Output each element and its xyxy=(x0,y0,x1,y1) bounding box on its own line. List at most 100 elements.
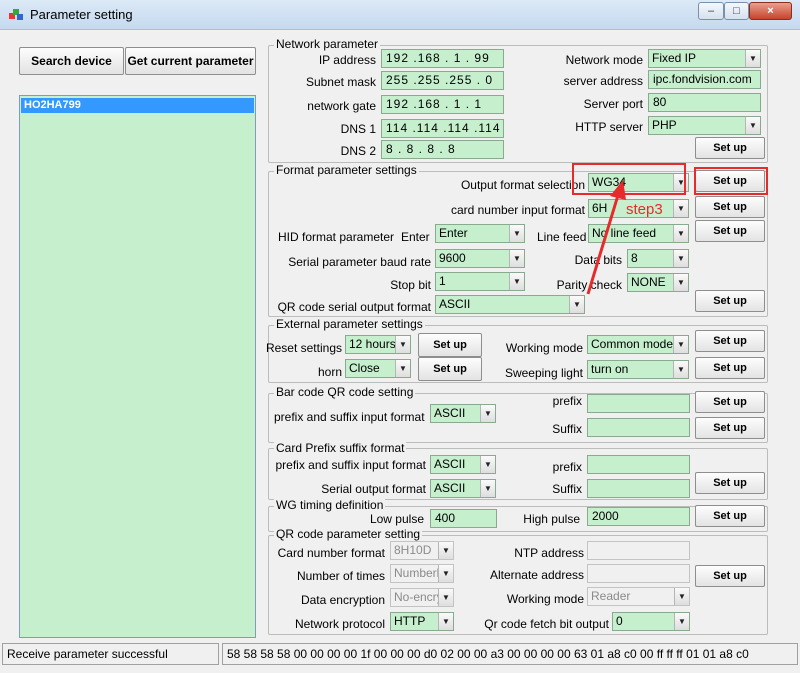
data-encryption-select[interactable]: No-encry ▼ xyxy=(390,588,454,607)
http-server-select[interactable]: PHP ▼ xyxy=(648,116,761,135)
qr-fetch-bit-select[interactable]: 0 ▼ xyxy=(612,612,690,631)
dns2-label: DNS 2 xyxy=(340,144,376,158)
barcode-ps-format-select[interactable]: ASCII ▼ xyxy=(430,404,496,423)
sweeping-light-setup-button[interactable]: Set up xyxy=(695,357,765,379)
maximize-button[interactable]: □ xyxy=(724,2,749,20)
http-server-value: PHP xyxy=(652,118,677,132)
get-current-parameter-button[interactable]: Get current parameter xyxy=(125,47,256,75)
card-serial-format-label: Serial output format xyxy=(321,482,426,496)
card-suffix-input[interactable] xyxy=(587,479,690,498)
qr-working-mode-value: Reader xyxy=(591,589,631,603)
chevron-down-icon: ▼ xyxy=(673,361,688,378)
high-pulse-label: High pulse xyxy=(523,512,580,526)
qr-setup-button[interactable]: Set up xyxy=(695,565,765,587)
stop-bit-select[interactable]: 1 ▼ xyxy=(435,272,525,291)
data-encryption-label: Data encryption xyxy=(300,593,385,607)
sweeping-light-label: Sweeping light xyxy=(504,366,583,380)
http-server-label: HTTP server xyxy=(575,120,643,134)
dns2-input[interactable]: 8 . 8 . 8 . 8 xyxy=(381,140,504,159)
dns1-input[interactable]: 114 .114 .114 .114 xyxy=(381,119,504,138)
barcode-prefix-input[interactable] xyxy=(587,394,690,413)
barcode-suffix-setup-button[interactable]: Set up xyxy=(695,417,765,439)
network-mode-label: Network mode xyxy=(565,53,643,67)
external-parameter-title: External parameter settings xyxy=(274,317,425,331)
sweeping-light-value: turn on xyxy=(591,362,629,376)
card-ps-format-label: prefix and suffix input format xyxy=(275,458,426,472)
wg-setup-button[interactable]: Set up xyxy=(695,505,765,527)
card-suffix-label: Suffix xyxy=(552,482,582,496)
network-setup-button[interactable]: Set up xyxy=(695,137,765,159)
card-number-format-value: 8H10D xyxy=(394,543,432,557)
alternate-address-input[interactable] xyxy=(587,564,690,583)
barcode-suffix-input[interactable] xyxy=(587,418,690,437)
line-feed-label: Line feed xyxy=(537,230,587,244)
horn-value: Close xyxy=(349,361,380,375)
data-bits-select[interactable]: 8 ▼ xyxy=(627,249,689,268)
reset-setup-button[interactable]: Set up xyxy=(418,333,482,357)
low-pulse-input[interactable]: 400 xyxy=(430,509,497,528)
card-prefix-label: prefix xyxy=(552,460,582,474)
highlight-box xyxy=(694,167,768,195)
subnet-mask-label: Subnet mask xyxy=(305,75,376,89)
device-list[interactable]: HO2HA799 xyxy=(19,95,256,638)
working-mode-setup-button[interactable]: Set up xyxy=(695,330,765,352)
card-prefix-input[interactable] xyxy=(587,455,690,474)
qr-fetch-bit-value: 0 xyxy=(616,614,623,628)
working-mode-value: Common mode xyxy=(591,337,674,351)
barcode-ps-format-label: prefix and suffix input format xyxy=(274,410,425,424)
horn-select[interactable]: Close ▼ xyxy=(345,359,411,378)
chevron-down-icon: ▼ xyxy=(673,225,688,242)
card-ps-format-select[interactable]: ASCII ▼ xyxy=(430,455,496,474)
ip-address-label: IP address xyxy=(318,53,376,67)
ntp-address-input[interactable] xyxy=(587,541,690,560)
number-of-times-select[interactable]: Numberl ▼ xyxy=(390,564,454,583)
card-number-format-select[interactable]: 8H10D ▼ xyxy=(390,541,454,560)
output-format-label: Output format selection xyxy=(460,178,585,192)
qr-serial-setup-button[interactable]: Set up xyxy=(695,290,765,312)
chevron-down-icon: ▼ xyxy=(438,565,453,582)
step-annotation: step3 xyxy=(626,201,663,218)
network-protocol-value: HTTP xyxy=(394,614,426,628)
data-encryption-value: No-encry xyxy=(394,590,443,604)
network-protocol-select[interactable]: HTTP ▼ xyxy=(390,612,454,631)
format-parameter-title: Format parameter settings xyxy=(274,163,419,177)
server-address-input[interactable]: ipc.fondvision.com xyxy=(648,70,761,89)
ntp-address-label: NTP address xyxy=(514,546,584,560)
card-serial-format-select[interactable]: ASCII ▼ xyxy=(430,479,496,498)
subnet-mask-input[interactable]: 255 .255 .255 . 0 xyxy=(381,71,504,90)
network-mode-select[interactable]: Fixed IP ▼ xyxy=(648,49,761,68)
working-mode-select[interactable]: Common mode ▼ xyxy=(587,335,689,354)
network-protocol-label: Network protocol xyxy=(294,617,385,631)
line-feed-setup-button[interactable]: Set up xyxy=(695,220,765,242)
barcode-title: Bar code QR code setting xyxy=(274,385,416,399)
card-prefix-setup-button[interactable]: Set up xyxy=(695,472,765,494)
working-mode-label: Working mode xyxy=(505,341,583,355)
minimize-button[interactable]: – xyxy=(698,2,724,20)
sweeping-light-select[interactable]: turn on ▼ xyxy=(587,360,689,379)
horn-setup-button[interactable]: Set up xyxy=(418,357,482,381)
high-pulse-input[interactable]: 2000 xyxy=(587,507,690,526)
gateway-input[interactable]: 192 .168 . 1 . 1 xyxy=(381,95,504,114)
wg-timing-title: WG timing definition xyxy=(274,498,386,512)
status-message: Receive parameter successful xyxy=(2,643,219,665)
enter-select[interactable]: Enter ▼ xyxy=(435,224,525,243)
close-button[interactable]: × xyxy=(749,2,792,20)
chevron-down-icon: ▼ xyxy=(480,405,495,422)
network-parameter-title: Network parameter xyxy=(274,37,381,51)
horn-label: horn xyxy=(317,365,342,379)
qr-working-mode-select[interactable]: Reader ▼ xyxy=(587,587,690,606)
card-input-setup-button[interactable]: Set up xyxy=(695,196,765,218)
server-port-input[interactable]: 80 xyxy=(648,93,761,112)
barcode-prefix-setup-button[interactable]: Set up xyxy=(695,391,765,413)
chevron-down-icon: ▼ xyxy=(438,542,453,559)
qr-serial-format-select[interactable]: ASCII ▼ xyxy=(435,295,585,314)
chevron-down-icon: ▼ xyxy=(673,200,688,217)
parity-check-select[interactable]: NONE ▼ xyxy=(627,273,689,292)
device-list-item[interactable]: HO2HA799 xyxy=(21,98,254,113)
ip-address-input[interactable]: 192 .168 . 1 . 99 xyxy=(381,49,504,68)
search-device-button[interactable]: Search device xyxy=(19,47,124,75)
stop-bit-value: 1 xyxy=(439,274,446,288)
parity-check-value: NONE xyxy=(631,275,666,289)
reset-settings-select[interactable]: 12 hours ▼ xyxy=(345,335,411,354)
baud-rate-select[interactable]: 9600 ▼ xyxy=(435,249,525,268)
